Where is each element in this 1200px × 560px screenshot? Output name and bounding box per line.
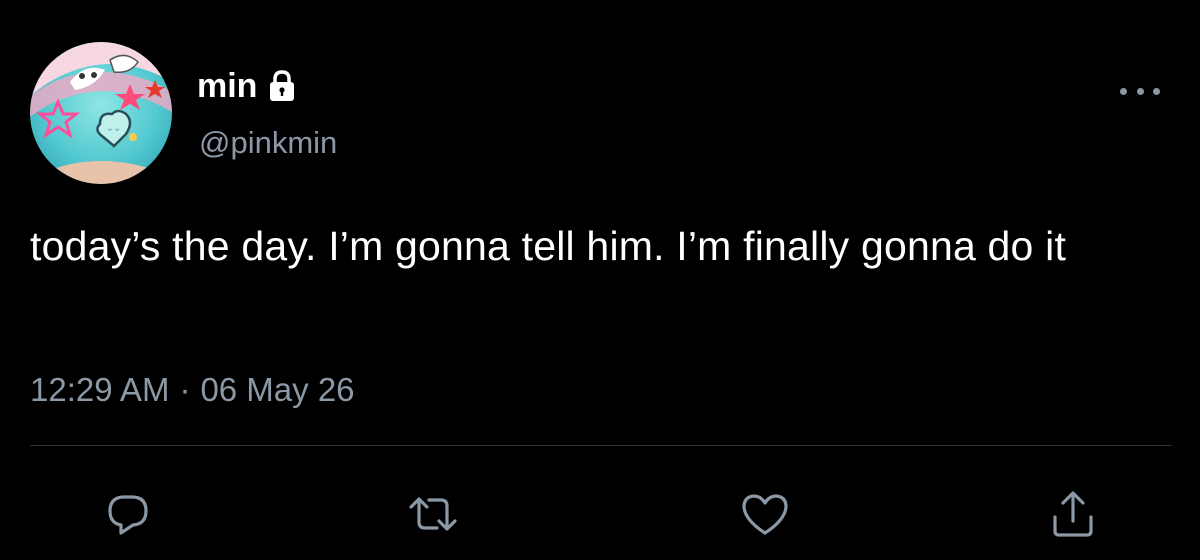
divider (30, 445, 1172, 446)
share-icon (1053, 491, 1093, 537)
more-dot (1136, 87, 1144, 95)
display-name[interactable]: min (197, 69, 257, 103)
author-name-row[interactable]: min (197, 62, 299, 110)
svg-text:ᵕ ᵕ: ᵕ ᵕ (108, 126, 119, 137)
reply-icon (108, 495, 148, 535)
share-button[interactable] (1045, 486, 1101, 542)
avatar-image: ᵕ ᵕ (30, 42, 172, 184)
more-dot (1120, 87, 1127, 95)
meta-separator: · (179, 371, 191, 408)
lock-icon (265, 69, 299, 103)
reply-button[interactable] (100, 486, 156, 542)
tweet-card: ᵕ ᵕ min @pinkmin today’s the day. I’m go… (0, 0, 1200, 560)
author-handle[interactable]: @pinkmin (199, 127, 337, 158)
tweet-metadata: 12:29 AM · 06 May 26 (30, 368, 355, 412)
avatar[interactable]: ᵕ ᵕ (30, 42, 172, 184)
tweet-date[interactable]: 06 May 26 (200, 371, 354, 408)
retweet-button[interactable] (405, 486, 461, 542)
tweet-time[interactable]: 12:29 AM (30, 371, 169, 408)
heart-icon (742, 494, 788, 535)
retweet-icon (409, 497, 457, 531)
more-icon[interactable] (1120, 80, 1160, 102)
tweet-text: today’s the day. I’m gonna tell him. I’m… (30, 223, 1067, 269)
more-dot (1153, 87, 1160, 95)
like-button[interactable] (737, 486, 793, 542)
